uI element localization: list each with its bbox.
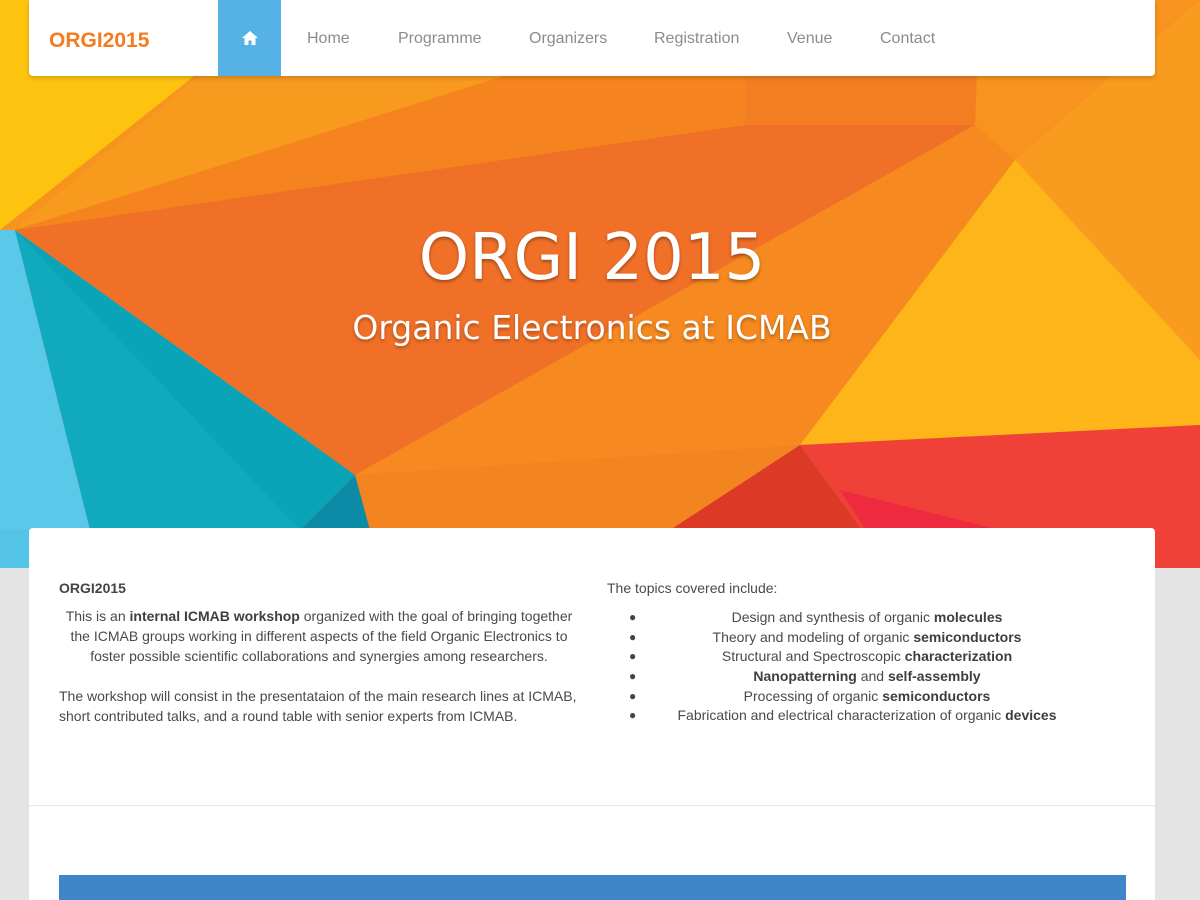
nav-contact[interactable]: Contact [880, 0, 935, 76]
about-heading: ORGI2015 [59, 580, 126, 596]
nav-programme[interactable]: Programme [398, 0, 482, 76]
about-p1-text: This is an [65, 608, 130, 624]
bullet-icon: ● [629, 688, 637, 703]
list-item: ● Nanopatterning and self-assembly [607, 667, 1127, 687]
bullet-icon: ● [629, 629, 637, 644]
bullet-icon: ● [629, 610, 637, 624]
hero-subtitle: Organic Electronics at ICMAB [352, 308, 832, 347]
about-p1-bold: internal ICMAB workshop [129, 608, 300, 624]
list-item: ● Fabrication and electrical characteriza… [607, 706, 1127, 726]
orgi2015-logo[interactable]: ORGI2015 [49, 28, 164, 50]
nav-organizers[interactable]: Organizers [529, 0, 607, 76]
nav-home[interactable]: Home [307, 0, 350, 76]
topics-intro: The topics covered include: [607, 580, 778, 596]
hero-banner: ORGI 2015 Organic Electronics at ICMAB [0, 0, 1200, 568]
topics-section: The topics covered include: ● Design and … [607, 578, 1127, 726]
list-item: ● Design and synthesis of organic molecul… [607, 608, 1127, 628]
list-item: ● Processing of organic semiconductors [607, 687, 1127, 707]
list-item: ● Theory and modeling of organic semicond… [607, 628, 1127, 648]
blue-section-header [59, 875, 1126, 900]
nav-registration[interactable]: Registration [654, 0, 739, 76]
about-paragraph-1: This is an internal ICMAB workshop organ… [59, 606, 579, 666]
logo-text: ORGI2015 [49, 29, 150, 50]
section-divider [29, 805, 1155, 806]
hero-title: ORGI 2015 [418, 221, 766, 295]
about-section: ORGI2015 This is an internal ICMAB works… [59, 578, 579, 726]
bullet-icon: ● [629, 649, 637, 664]
nav-venue[interactable]: Venue [787, 0, 832, 76]
bullet-icon: ● [629, 669, 637, 684]
home-icon [241, 31, 258, 45]
bullet-icon: ● [629, 708, 637, 723]
list-item: ● Structural and Spectroscopic characteri… [607, 647, 1127, 667]
home-icon-button[interactable] [218, 0, 281, 76]
content-card: ORGI2015 This is an internal ICMAB works… [29, 528, 1155, 900]
top-navbar: ORGI2015 Home Programme Organizers Regis… [29, 0, 1155, 76]
topics-list: ● Design and synthesis of organic molecul… [607, 608, 1127, 726]
about-paragraph-2: The workshop will consist in the present… [59, 688, 577, 724]
